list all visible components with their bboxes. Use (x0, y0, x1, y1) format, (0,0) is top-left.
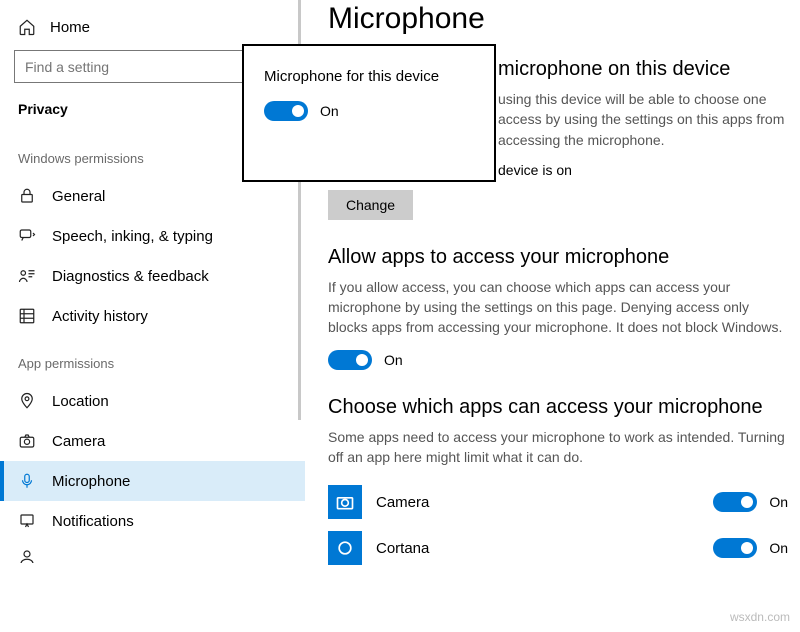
home-icon (18, 18, 36, 36)
cortana-app-toggle[interactable] (713, 538, 757, 558)
sidebar-item-microphone[interactable]: Microphone (0, 461, 305, 501)
app-name: Camera (376, 494, 429, 511)
nav-label: Speech, inking, & typing (52, 228, 213, 245)
microphone-icon (18, 472, 36, 490)
cortana-app-icon (328, 531, 362, 565)
home-label: Home (50, 19, 90, 36)
allow-apps-desc: If you allow access, you can choose whic… (328, 277, 788, 338)
home-link[interactable]: Home (0, 12, 305, 46)
popup-toggle[interactable] (264, 101, 308, 121)
app-name: Cortana (376, 540, 429, 557)
search-input[interactable] (25, 59, 264, 75)
camera-app-state: On (769, 494, 788, 510)
nav-label: Diagnostics & feedback (52, 268, 209, 285)
popup-title: Microphone for this device (264, 68, 474, 85)
sidebar-item-notifications[interactable]: Notifications (0, 501, 305, 541)
sidebar-item-speech[interactable]: Speech, inking, & typing (0, 216, 305, 256)
sidebar-item-camera[interactable]: Camera (0, 421, 305, 461)
camera-app-toggle[interactable] (713, 492, 757, 512)
nav-label: Microphone (52, 473, 130, 490)
allow-apps-heading: Allow apps to access your microphone (328, 246, 788, 269)
notifications-icon (18, 512, 36, 530)
speech-icon (18, 227, 36, 245)
nav-label: Camera (52, 433, 105, 450)
lock-icon (18, 187, 36, 205)
nav-label: General (52, 188, 105, 205)
change-button[interactable]: Change (328, 190, 413, 220)
nav-label: Activity history (52, 308, 148, 325)
app-row-camera: Camera On (328, 479, 788, 525)
activity-icon (18, 307, 36, 325)
app-row-cortana: Cortana On (328, 525, 788, 571)
page-title: Microphone (328, 2, 788, 36)
cortana-app-state: On (769, 540, 788, 556)
feedback-icon (18, 267, 36, 285)
camera-app-icon (328, 485, 362, 519)
popup-state: On (320, 103, 339, 119)
nav-label: Notifications (52, 513, 134, 530)
account-icon (18, 548, 36, 564)
camera-icon (18, 432, 36, 450)
sidebar-item-activity[interactable]: Activity history (0, 296, 305, 336)
nav-label: Location (52, 393, 109, 410)
choose-apps-desc: Some apps need to access your microphone… (328, 427, 788, 468)
section-choose-apps: Choose which apps can access your microp… (328, 396, 788, 572)
allow-apps-state: On (384, 352, 403, 368)
sidebar-item-partial[interactable] (0, 541, 305, 563)
watermark: wsxdn.com (730, 610, 790, 624)
allow-apps-toggle[interactable] (328, 350, 372, 370)
choose-apps-heading: Choose which apps can access your microp… (328, 396, 788, 419)
section-allow-apps: Allow apps to access your microphone If … (328, 246, 788, 370)
microphone-device-popup: Microphone for this device On (242, 44, 496, 182)
sidebar-item-location[interactable]: Location (0, 381, 305, 421)
section-app-permissions: App permissions (0, 336, 305, 381)
sidebar-item-diagnostics[interactable]: Diagnostics & feedback (0, 256, 305, 296)
sidebar-item-general[interactable]: General (0, 176, 305, 216)
location-icon (18, 392, 36, 410)
